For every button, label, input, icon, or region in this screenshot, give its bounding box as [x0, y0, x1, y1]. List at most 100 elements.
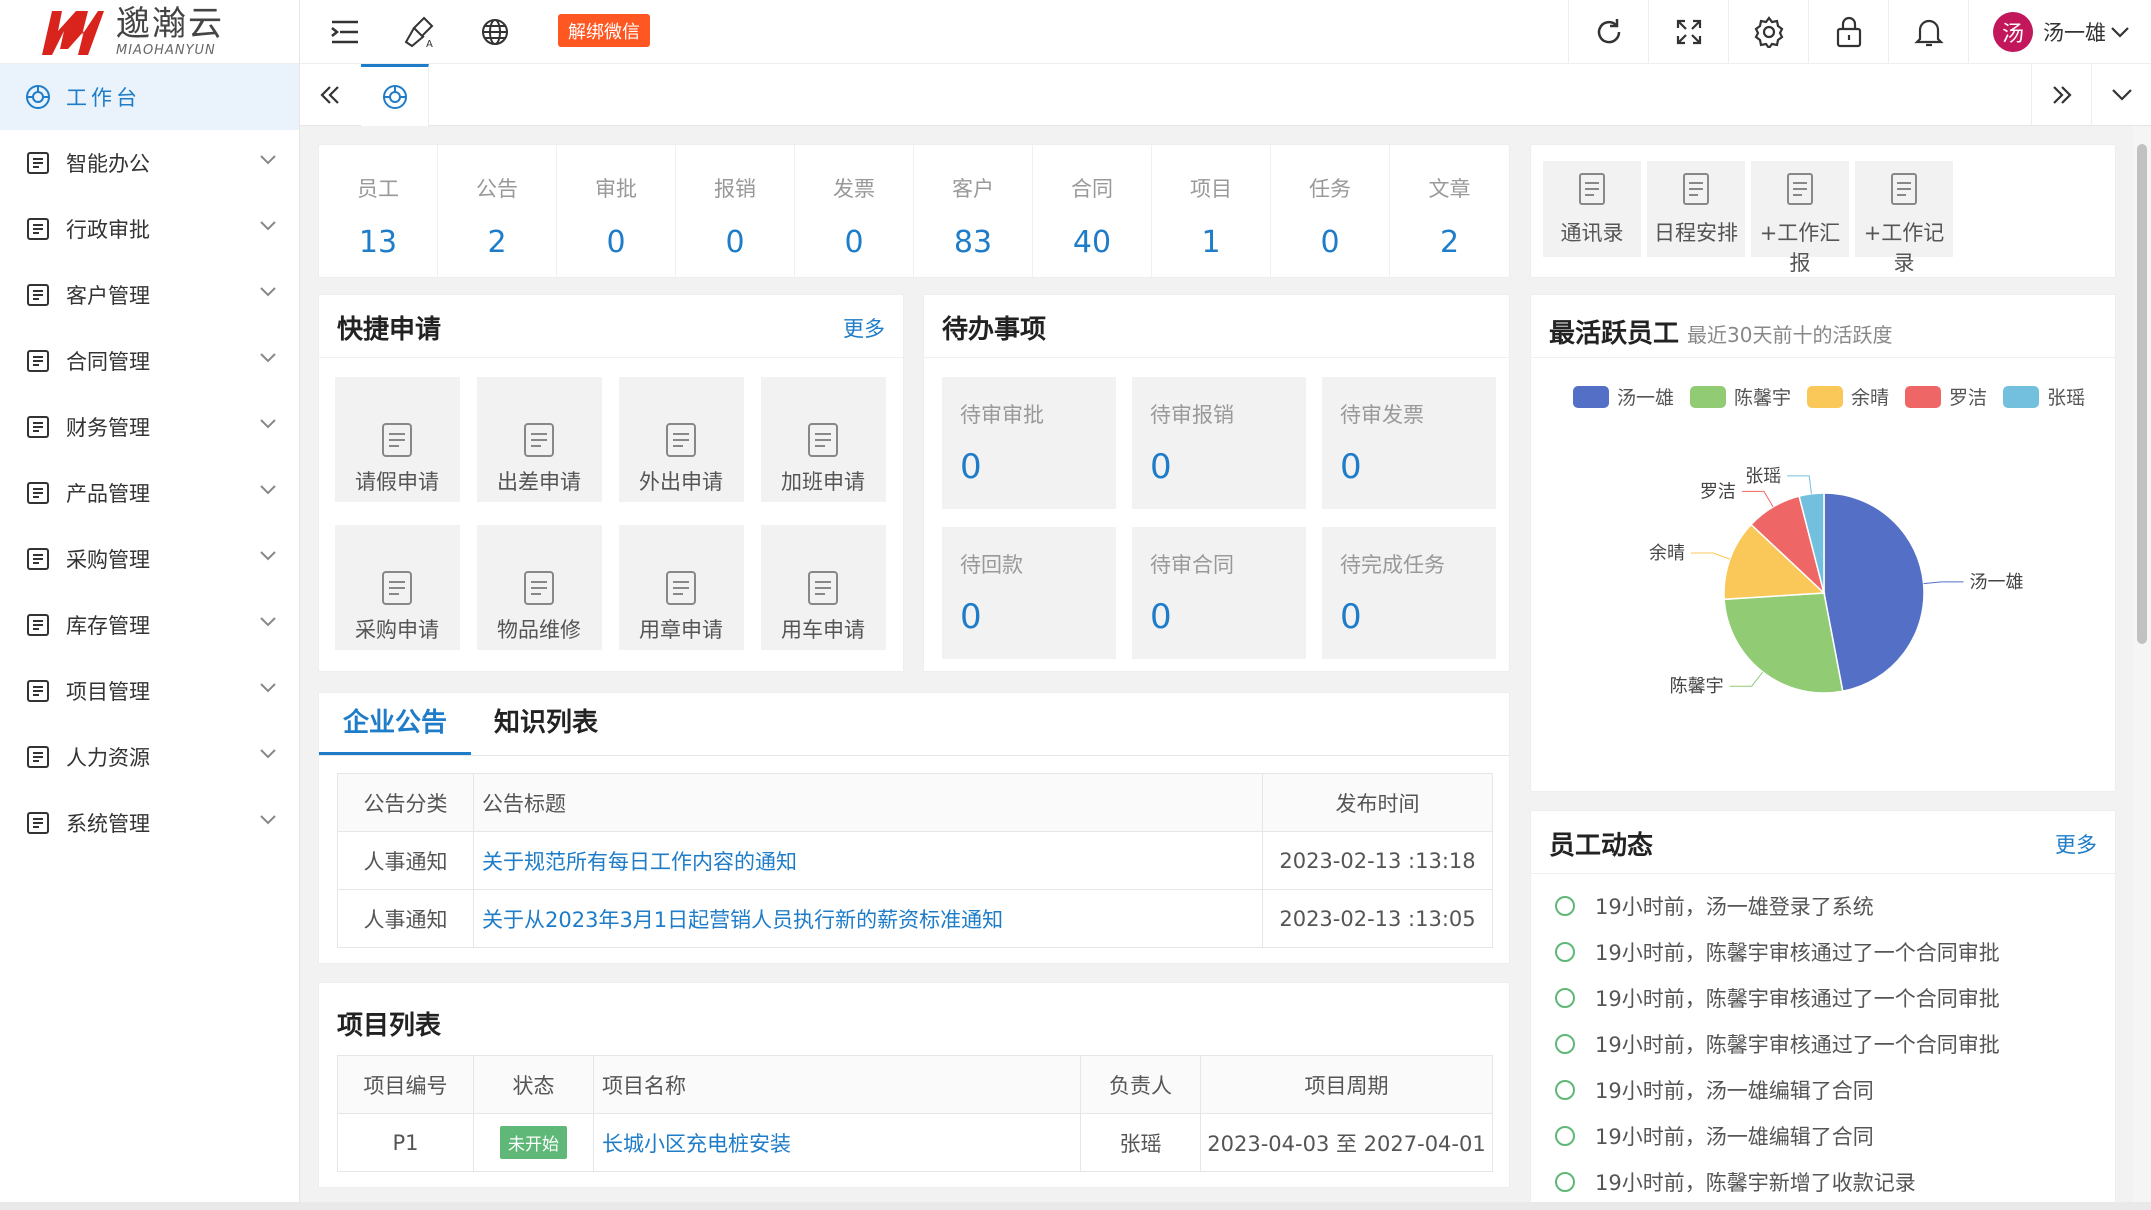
- stat-item[interactable]: 公告 2: [438, 145, 557, 277]
- todo-item[interactable]: 待回款 0: [942, 527, 1116, 659]
- todo-item[interactable]: 待审报销 0: [1132, 377, 1306, 509]
- sidebar-item-8[interactable]: 库存管理: [0, 592, 299, 658]
- notice-title-link[interactable]: 关于从2023年3月1日起营销人员执行新的薪资标准通知: [482, 908, 1003, 932]
- stats-card: 员工 13 公告 2 审批 0 报销 0 发票 0 客户 83 合同 40 项目 1 任务 0文…: [318, 144, 1510, 278]
- sidebar-item-3[interactable]: 客户管理: [0, 262, 299, 328]
- stat-item[interactable]: 报销 0: [676, 145, 795, 277]
- quick-apply-button[interactable]: 物品维修: [468, 525, 610, 673]
- todo-label: 待回款: [960, 553, 1023, 577]
- clear-cache-icon[interactable]: A: [395, 0, 445, 64]
- table-row[interactable]: 人事通知 关于从2023年3月1日起营销人员执行新的薪资标准通知 2023-02…: [337, 889, 1493, 948]
- quick-tool-button[interactable]: +工作汇报: [1751, 161, 1849, 275]
- quick-tool-button[interactable]: +工作记录: [1855, 161, 1953, 275]
- avatar: 汤: [1993, 12, 2033, 52]
- quick-apply-button[interactable]: 出差申请: [468, 377, 610, 525]
- chevron-down-icon: [260, 683, 276, 693]
- fullscreen-icon[interactable]: [1648, 0, 1728, 64]
- sidebar-item-1[interactable]: 智能办公: [0, 130, 299, 196]
- legend-item[interactable]: 汤一雄: [1573, 383, 1674, 410]
- stat-item[interactable]: 客户 83: [914, 145, 1033, 277]
- sidebar-item-10[interactable]: 人力资源: [0, 724, 299, 790]
- todo-item[interactable]: 待审发票 0: [1322, 377, 1496, 509]
- quick-apply-button[interactable]: 外出申请: [610, 377, 752, 525]
- notice-time: 2023-02-13 :13:18: [1262, 831, 1493, 890]
- todo-title: 待办事项: [942, 315, 1047, 345]
- hr-icon: [24, 743, 52, 771]
- quick-apply-button[interactable]: 请假申请: [326, 377, 468, 525]
- quick-apply-more-link[interactable]: 更多: [843, 313, 885, 343]
- stat-item[interactable]: 审批 0: [557, 145, 676, 277]
- vertical-scrollbar[interactable]: [2133, 126, 2151, 1210]
- stat-item[interactable]: 员工 13: [319, 145, 438, 277]
- todo-value: 0: [1340, 597, 1362, 637]
- table-row[interactable]: 人事通知 关于规范所有每日工作内容的通知 2023-02-13 :13:18: [337, 831, 1493, 890]
- stat-item[interactable]: 文章 2: [1390, 145, 1509, 277]
- sidebar-item-9[interactable]: 项目管理: [0, 658, 299, 724]
- timeline-dot-icon: [1555, 896, 1575, 916]
- tabs-scroll-right-icon[interactable]: [2031, 64, 2091, 126]
- timeline-dot-icon: [1555, 988, 1575, 1008]
- activity-more-link[interactable]: 更多: [2055, 829, 2097, 859]
- todo-label: 待审报销: [1150, 403, 1234, 427]
- quick-apply-label: 采购申请: [355, 618, 439, 642]
- tabs-scroll-left-icon[interactable]: [300, 64, 360, 126]
- refresh-icon[interactable]: [1568, 0, 1648, 64]
- logo[interactable]: 邈瀚云 MIAOHANYUN: [0, 0, 299, 64]
- stat-item[interactable]: 发票 0: [795, 145, 914, 277]
- sidebar-item-2[interactable]: 行政审批: [0, 196, 299, 262]
- label-line: [1690, 552, 1731, 560]
- lock-icon[interactable]: [1808, 0, 1888, 64]
- tabs-dropdown-icon[interactable]: [2091, 64, 2151, 126]
- legend-item[interactable]: 陈馨宇: [1690, 383, 1791, 410]
- sidebar-item-4[interactable]: 合同管理: [0, 328, 299, 394]
- quick-apply-button[interactable]: 用章申请: [610, 525, 752, 673]
- tab-home[interactable]: [361, 64, 429, 126]
- globe-icon[interactable]: [470, 0, 520, 64]
- quick-apply-button[interactable]: 加班申请: [752, 377, 894, 525]
- legend-item[interactable]: 张瑶: [2003, 383, 2085, 410]
- tab-knowledge[interactable]: 知识列表: [471, 693, 621, 755]
- product-icon: [24, 479, 52, 507]
- bell-icon[interactable]: [1888, 0, 1968, 64]
- quick-apply-card: 快捷申请 更多 请假申请 出差申请 外出申请 加班申请 采购申请 物品维修 用章…: [318, 294, 904, 672]
- stat-value: 13: [358, 225, 398, 260]
- stat-value: 1: [1201, 225, 1221, 260]
- col-header: 项目编号: [337, 1055, 474, 1114]
- horizontal-scrollbar[interactable]: [0, 1202, 2151, 1210]
- pie-slice[interactable]: [1823, 492, 1925, 693]
- todo-label: 待完成任务: [1340, 553, 1445, 577]
- project-title: 项目列表: [337, 1011, 442, 1041]
- sidebar-item-7[interactable]: 采购管理: [0, 526, 299, 592]
- quick-apply-button[interactable]: 采购申请: [326, 525, 468, 673]
- table-row[interactable]: P1 未开始 长城小区充电桩安装 张瑶 2023-04-03 至 2027-04…: [337, 1113, 1493, 1172]
- sidebar-item-0[interactable]: 工作台: [0, 64, 299, 130]
- stat-item[interactable]: 合同 40: [1033, 145, 1152, 277]
- legend-item[interactable]: 罗洁: [1905, 383, 1987, 410]
- notice-title-link[interactable]: 关于规范所有每日工作内容的通知: [482, 850, 797, 874]
- todo-item[interactable]: 待审审批 0: [942, 377, 1116, 509]
- project-name-link[interactable]: 长城小区充电桩安装: [602, 1132, 791, 1156]
- quick-tool-button[interactable]: 日程安排: [1647, 161, 1745, 257]
- sidebar-item-11[interactable]: 系统管理: [0, 790, 299, 856]
- settings-icon: [24, 809, 52, 837]
- stat-item[interactable]: 项目 1: [1152, 145, 1271, 277]
- sidebar-item-label: 工作台: [66, 86, 141, 110]
- stat-item[interactable]: 任务 0: [1271, 145, 1390, 277]
- quick-tool-button[interactable]: 通讯录: [1543, 161, 1641, 257]
- collapse-menu-icon[interactable]: [320, 0, 370, 64]
- chart-title: 最活跃员工: [1549, 319, 1680, 349]
- sidebar: 邈瀚云 MIAOHANYUN 工作台 智能办公 行政审批 客户管理 合同管理 财…: [0, 0, 300, 1210]
- quick-apply-button[interactable]: 用车申请: [752, 525, 894, 673]
- gear-icon[interactable]: [1728, 0, 1808, 64]
- user-menu[interactable]: 汤 汤一雄: [1968, 0, 2151, 64]
- todo-item[interactable]: 待完成任务 0: [1322, 527, 1496, 659]
- todo-item[interactable]: 待审合同 0: [1132, 527, 1306, 659]
- tab-notice[interactable]: 企业公告: [319, 693, 471, 755]
- sidebar-item-5[interactable]: 财务管理: [0, 394, 299, 460]
- unbind-wechat-button[interactable]: 解绑微信: [558, 14, 650, 47]
- legend-item[interactable]: 余晴: [1807, 383, 1889, 410]
- pie-slice[interactable]: [1723, 592, 1844, 694]
- quick-apply-label: 用车申请: [781, 618, 865, 642]
- sidebar-item-6[interactable]: 产品管理: [0, 460, 299, 526]
- legend-swatch: [1807, 385, 1844, 408]
